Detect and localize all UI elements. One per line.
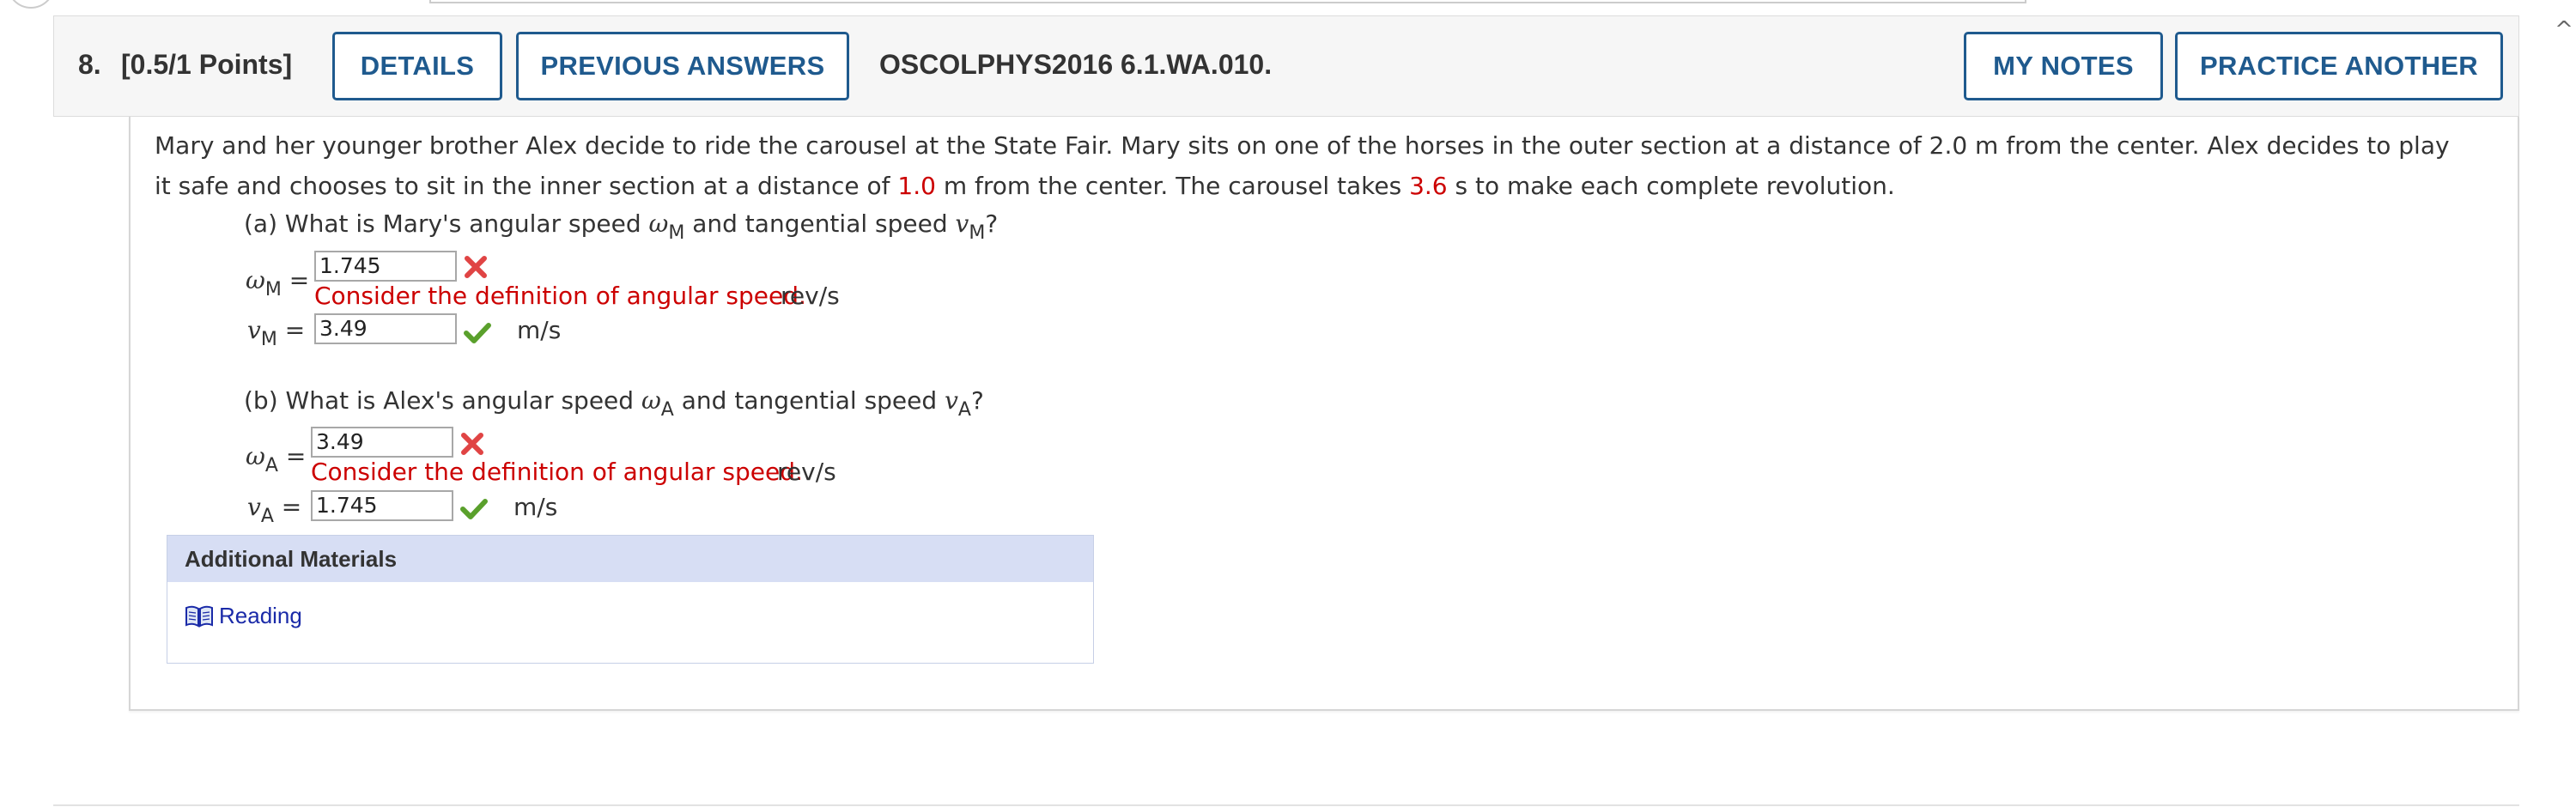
part-b-omega-unit: rev/s [777,458,836,486]
scroll-up-icon[interactable]: ^ [2552,17,2576,43]
additional-materials-heading: Additional Materials [167,536,1093,582]
part-b-v-unit: m/s [513,493,558,521]
part-b-v-label: vA = [247,493,302,527]
reading-link[interactable]: Reading [185,603,302,629]
incorrect-x-icon [465,256,487,278]
part-a-v-unit: m/s [517,316,562,344]
part-a-omega-label: ωM = [246,266,310,300]
part-b-omega-input[interactable]: 3.49 [311,427,453,458]
practice-another-button[interactable]: PRACTICE ANOTHER [2175,32,2503,100]
previous-answers-button[interactable]: PREVIOUS ANSWERS [516,32,849,100]
part-a-question: (a) What is Mary's angular speed ωM and … [244,209,999,244]
part-b-omega-label: ωA = [246,442,307,476]
my-notes-button[interactable]: MY NOTES [1964,32,2163,100]
reading-link-label[interactable]: Reading [219,603,302,629]
part-b-omega-feedback: Consider the definition of angular speed… [311,458,803,486]
part-a-omega-unit: rev/s [781,282,840,310]
bottom-divider [53,804,2519,806]
incorrect-x-icon [461,433,483,455]
book-icon [185,605,213,628]
problem-value-period: 3.6 [1409,172,1448,200]
question-code: OSCOLPHYS2016 6.1.WA.010. [879,49,1273,80]
part-b-v-input[interactable]: 1.745 [311,490,453,521]
correct-check-icon [464,323,491,343]
part-a-omega-feedback: Consider the definition of angular speed… [314,282,806,310]
question-number: 8. [78,49,101,80]
correct-check-icon [460,499,488,519]
part-a-v-input[interactable]: 3.49 [314,313,457,344]
part-b-question: (b) What is Alex's angular speed ωA and … [244,386,984,421]
problem-value-distance: 1.0 [897,172,936,200]
question-points: [0.5/1 Points] [121,49,293,80]
part-a-omega-input[interactable]: 1.745 [314,251,457,282]
question-header: 8. [0.5/1 Points] DETAILS PREVIOUS ANSWE… [53,15,2519,117]
part-a-v-label: vM = [247,316,306,350]
circle-control-edge [7,0,55,9]
top-frame-edge [429,0,2026,3]
problem-text-3: s to make each complete revolution. [1447,172,1895,200]
details-button[interactable]: DETAILS [332,32,502,100]
problem-text-2: m from the center. The carousel takes [935,172,1410,200]
additional-materials-panel: Additional Materials Reading [167,535,1094,664]
problem-statement: Mary and her younger brother Alex decide… [155,125,2473,206]
